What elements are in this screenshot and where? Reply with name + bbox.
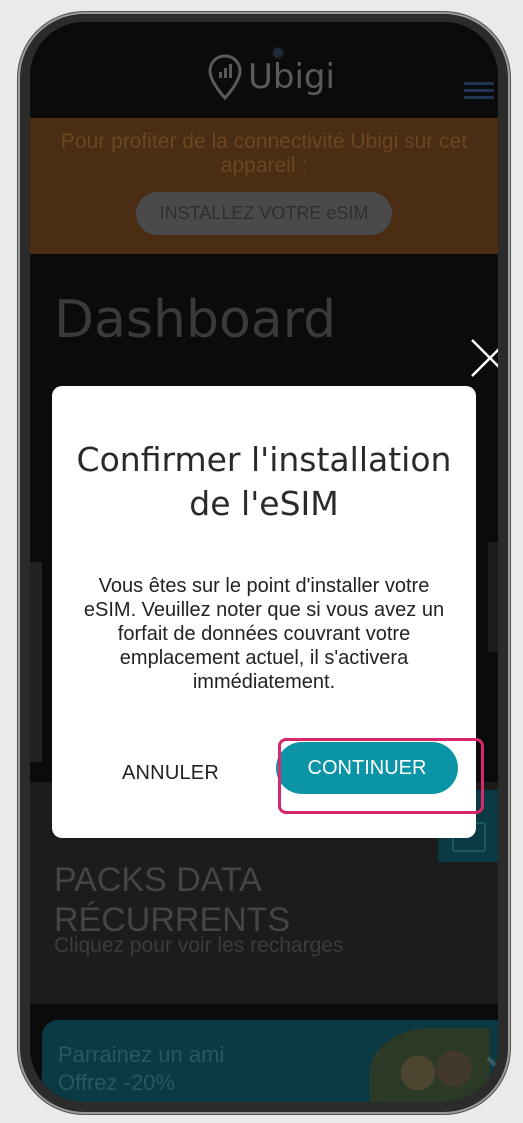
- recurrent-card-title: PACKS DATA RÉCURRENTS: [54, 860, 290, 940]
- recurrent-title-line1: PACKS DATA: [54, 861, 262, 899]
- background-card-edge: [30, 562, 42, 762]
- phone-screen: Ubigi Pour profiter de la connectivité U…: [30, 22, 498, 1102]
- chevron-right-icon[interactable]: [482, 1054, 498, 1094]
- refer-offer: Offrez -20%: [58, 1070, 175, 1095]
- confirm-install-dialog: Confirmer l'installation de l'eSIM Vous …: [52, 386, 484, 838]
- logo-text: Ubigi: [248, 57, 335, 97]
- front-camera: [273, 48, 283, 58]
- dialog-title: Confirmer l'installation de l'eSIM: [76, 440, 452, 523]
- page-title: Dashboard: [54, 290, 337, 350]
- background-card-edge-right: [488, 542, 498, 652]
- recurrent-card-subtitle: Cliquez pour voir les recharges: [54, 934, 344, 957]
- close-icon[interactable]: [468, 336, 498, 380]
- install-esim-button[interactable]: INSTALLEZ VOTRE eSIM: [135, 192, 393, 235]
- dialog-message: Vous êtes sur le point d'installer votre…: [83, 575, 445, 693]
- install-banner: Pour profiter de la connectivité Ubigi s…: [30, 118, 498, 254]
- ubigi-pin-icon: [208, 54, 242, 100]
- highlight-box: [278, 738, 484, 814]
- cancel-button[interactable]: ANNULER: [122, 762, 219, 785]
- menu-icon[interactable]: [464, 82, 494, 100]
- app-logo[interactable]: Ubigi: [208, 54, 335, 100]
- app-header: Ubigi: [30, 22, 498, 118]
- banner-text: Pour profiter de la connectivité Ubigi s…: [60, 130, 468, 177]
- refer-title: Parrainez un ami: [58, 1042, 225, 1067]
